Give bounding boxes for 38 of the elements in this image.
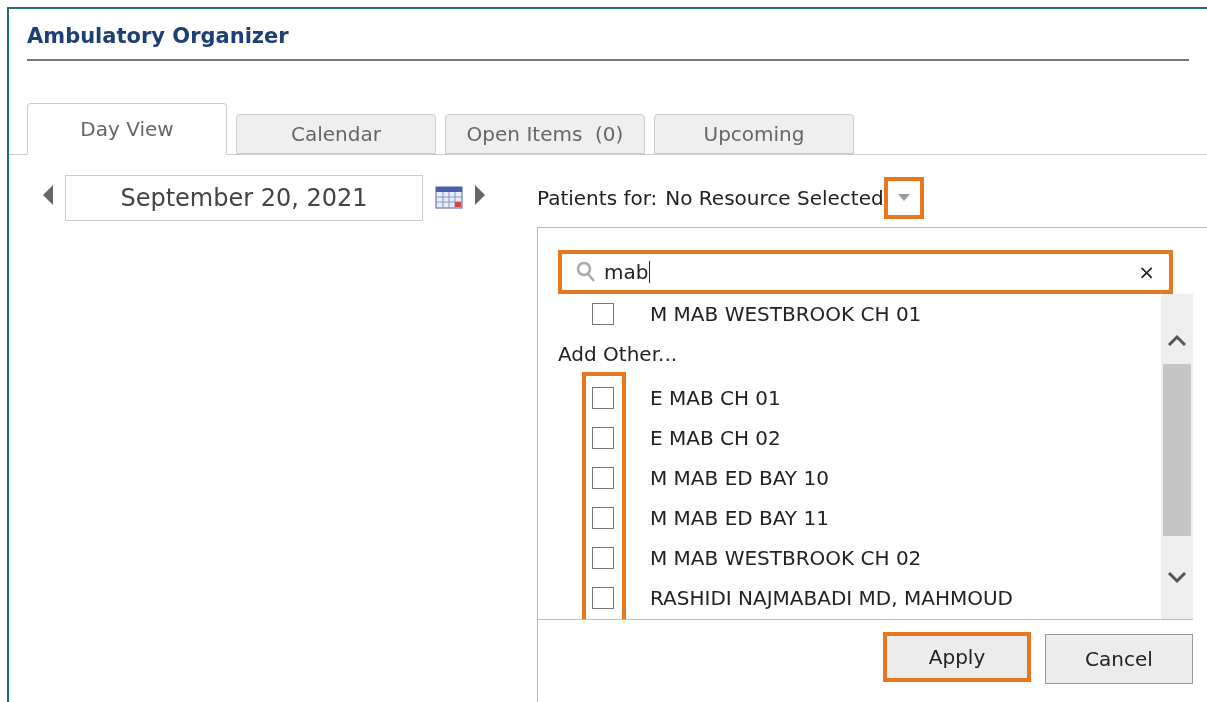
search-field[interactable]: mab × xyxy=(558,249,1173,294)
search-icon xyxy=(576,260,596,283)
resource-item[interactable]: M MAB ED BAY 11 xyxy=(650,502,829,533)
calendar-icon[interactable] xyxy=(435,184,463,209)
resource-item[interactable]: M MAB WESTBROOK CH 01 xyxy=(650,298,922,329)
checkbox[interactable] xyxy=(592,466,614,489)
scroll-up-icon[interactable] xyxy=(1167,333,1187,346)
dialog-button[interactable]: Apply xyxy=(883,631,1031,682)
resource-value: No Resource Selected xyxy=(665,184,884,212)
date-field[interactable]: September 20, 2021 xyxy=(65,174,423,221)
dropdown-button[interactable] xyxy=(883,176,924,219)
window-title: Ambulatory Organizer xyxy=(27,24,289,48)
scroll-down-icon[interactable] xyxy=(1167,571,1187,584)
caret-icon xyxy=(897,194,910,201)
tab[interactable]: Day View xyxy=(27,102,227,155)
resource-item[interactable]: E MAB CH 02 xyxy=(650,422,781,453)
checkbox[interactable] xyxy=(592,586,614,609)
tab[interactable]: Calendar xyxy=(236,113,436,154)
resource-item[interactable]: M MAB WESTBROOK CH 02 xyxy=(650,542,922,573)
clear-button[interactable]: × xyxy=(1138,256,1155,287)
tab[interactable]: Upcoming xyxy=(654,113,854,154)
dialog-button[interactable]: Cancel xyxy=(1045,633,1193,684)
next-arrow-icon[interactable] xyxy=(475,184,485,205)
checkbox[interactable] xyxy=(592,546,614,569)
previous-arrow-icon[interactable] xyxy=(43,184,53,205)
search-value: mab xyxy=(604,258,652,286)
patients-for-label: Patients for: xyxy=(537,184,658,212)
tab[interactable]: Open Items (0) xyxy=(445,113,645,154)
checkbox[interactable] xyxy=(592,302,614,325)
scrollbar[interactable] xyxy=(1161,293,1193,619)
checkbox[interactable] xyxy=(592,506,614,529)
section-label: Add Other... xyxy=(558,340,678,368)
checkbox[interactable] xyxy=(592,386,614,409)
checkbox[interactable] xyxy=(592,426,614,449)
resource-item[interactable]: RASHIDI NAJMABADI MD, MAHMOUD xyxy=(650,582,1013,613)
resource-item[interactable]: M MAB ED BAY 10 xyxy=(650,462,829,493)
scrollbar-thumb[interactable] xyxy=(1163,363,1191,536)
resource-item[interactable]: E MAB CH 01 xyxy=(650,382,781,413)
